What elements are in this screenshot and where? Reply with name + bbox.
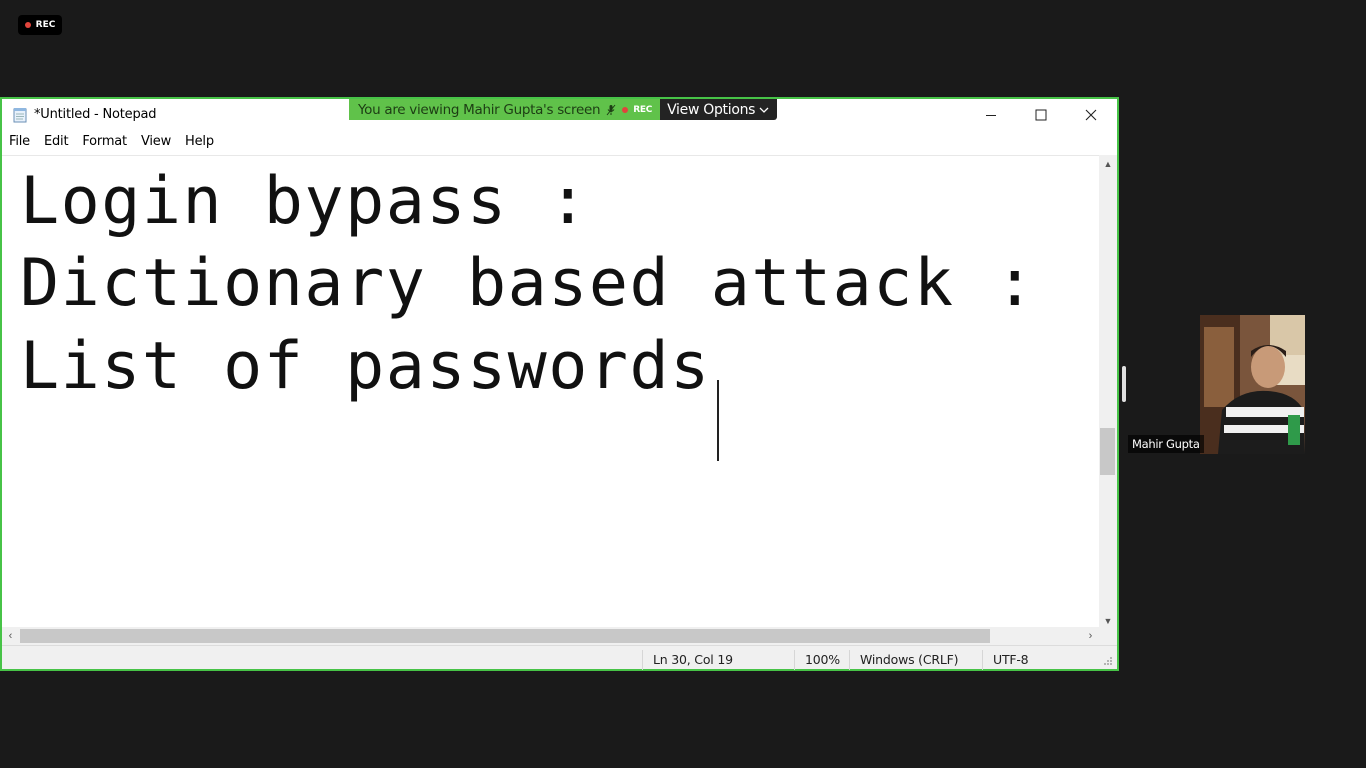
scroll-left-icon[interactable]: ‹ [2,627,19,645]
participant-name-label: Mahir Gupta [1128,435,1204,453]
participant-video[interactable] [1200,315,1305,454]
editor-line: Dictionary based attack : [20,246,1036,321]
maximize-icon [1035,109,1047,121]
shared-screen: *Untitled - Notepad You are viewing Mahi… [0,97,1119,671]
banner-rec-label: REC [633,104,653,115]
close-icon [1085,109,1097,121]
chevron-down-icon [759,107,769,113]
close-button[interactable] [1066,99,1116,131]
status-encoding: UTF-8 [982,650,1029,670]
recording-badge: REC [18,15,62,35]
menu-help[interactable]: Help [178,131,221,153]
text-editor[interactable]: Login bypass : Dictionary based attack :… [2,155,1099,629]
minimize-icon [986,115,996,116]
status-zoom: 100% [794,650,840,670]
scroll-right-icon[interactable]: › [1082,627,1099,645]
mic-off-icon [606,104,616,115]
vertical-scroll-thumb[interactable] [1100,428,1115,475]
status-line-ending: Windows (CRLF) [849,650,958,670]
scroll-up-icon[interactable]: ▲ [1099,155,1117,172]
notepad-titlebar: *Untitled - Notepad You are viewing Mahi… [2,99,1117,131]
menu-edit[interactable]: Edit [37,131,75,153]
menu-view[interactable]: View [134,131,178,153]
menu-format[interactable]: Format [75,131,134,153]
participant-video-frame [1200,315,1305,454]
vertical-scrollbar[interactable]: ▲ ▼ [1099,155,1117,629]
window-title: *Untitled - Notepad [34,107,157,122]
viewing-banner: You are viewing Mahir Gupta's screen REC… [349,99,778,120]
menu-file[interactable]: File [2,131,37,153]
editor-line: List of passwords [20,329,752,404]
panel-divider-handle[interactable] [1122,366,1126,402]
viewing-status-text: You are viewing Mahir Gupta's screen [358,101,601,118]
text-caret [717,380,719,461]
scroll-corner [1099,627,1117,645]
viewing-status: You are viewing Mahir Gupta's screen REC [349,99,661,120]
recording-label: REC [35,20,56,30]
maximize-button[interactable] [1016,99,1066,131]
status-bar: Ln 30, Col 19 100% Windows (CRLF) UTF-8 [2,645,1117,670]
banner-rec-dot-icon [622,106,629,113]
horizontal-scroll-thumb[interactable] [20,629,990,643]
menubar: File Edit Format View Help [2,131,221,153]
view-options-label: View Options [667,101,756,118]
notepad-icon [13,108,27,123]
editor-line: Login bypass : [20,164,589,239]
status-position: Ln 30, Col 19 [642,650,733,670]
resize-grip-icon[interactable] [1103,656,1113,666]
horizontal-scrollbar[interactable]: ‹ › [2,627,1099,645]
view-options-button[interactable]: View Options [660,99,778,120]
recording-dot-icon [24,22,31,28]
minimize-button[interactable] [966,99,1016,131]
